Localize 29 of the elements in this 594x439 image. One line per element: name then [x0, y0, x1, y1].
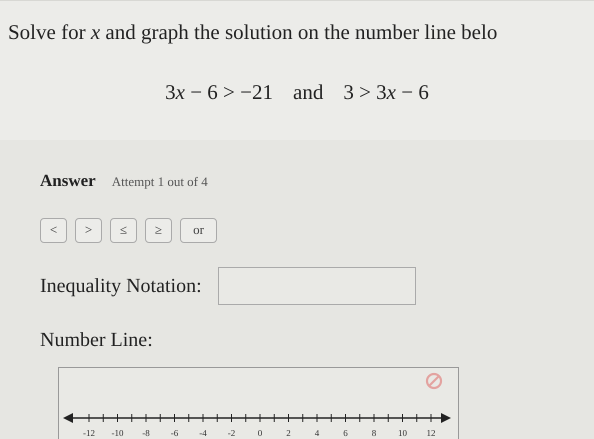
tick-label: -6: [170, 428, 178, 438]
attempt-counter: Attempt 1 out of 4: [112, 173, 208, 191]
tick-label: -4: [199, 428, 207, 438]
tick-label: 0: [258, 428, 262, 438]
inequality-input-field[interactable]: [218, 266, 416, 304]
symbol-button[interactable]: or: [180, 218, 217, 242]
tick-label: -12: [83, 428, 95, 438]
tick-label: 6: [343, 428, 348, 438]
field-label: Number Line:: [40, 328, 154, 352]
symbol-button[interactable]: <: [40, 218, 67, 242]
tick-label: -2: [228, 428, 236, 438]
symbol-button[interactable]: ≤: [110, 218, 137, 242]
tick-label: 8: [372, 428, 376, 438]
conjunction-text: and: [293, 78, 324, 106]
symbol-button[interactable]: >: [75, 218, 102, 242]
field-label: Inequality Notation:: [40, 274, 202, 298]
tick-label: 4: [314, 428, 320, 438]
answer-heading: Answer: [40, 170, 96, 192]
clear-button[interactable]: [425, 372, 443, 390]
symbol-button[interactable]: ≥: [145, 218, 172, 242]
inequality-expression: 3 > 3x − 6: [343, 78, 429, 106]
prohibited-icon: [425, 372, 443, 390]
question-prompt: Solve for x and graph the solution on the number line belo: [7, 19, 498, 46]
inequality-expression: 3x − 6 > −21: [165, 78, 273, 106]
tick-label: -8: [142, 428, 150, 438]
tick-label: 12: [426, 428, 436, 438]
tick-label: 10: [398, 428, 407, 438]
tick-label: -10: [112, 428, 124, 438]
tick-label: 2: [286, 428, 291, 438]
